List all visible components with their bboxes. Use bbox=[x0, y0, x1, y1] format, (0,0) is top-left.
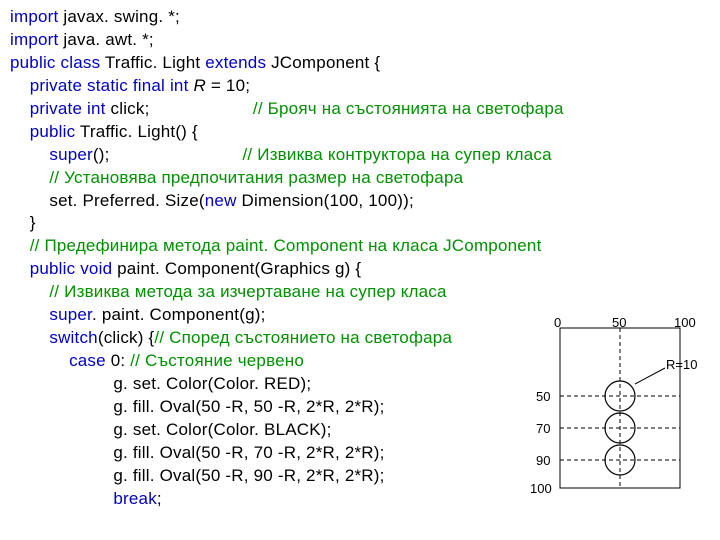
var-r: R bbox=[193, 76, 205, 95]
t: set. Preferred. Size( bbox=[10, 191, 205, 210]
t: (); bbox=[93, 145, 243, 164]
comment: // Брояч на състоянията на светофара bbox=[253, 99, 564, 118]
t: g. fill. Oval(50 -R, 50 -R, 2*R, 2*R); bbox=[10, 397, 385, 416]
comment: // Установява предпочитания размер на св… bbox=[10, 168, 463, 187]
y-label-90: 90 bbox=[536, 452, 550, 470]
y-label-50: 50 bbox=[536, 388, 550, 406]
t: Traffic. Light bbox=[100, 53, 205, 72]
comment: // Извиква метода за изчертаване на супе… bbox=[10, 282, 447, 301]
t: g. set. Color(Color. RED); bbox=[10, 374, 311, 393]
x-label-50: 50 bbox=[612, 314, 626, 332]
kw: extends bbox=[205, 53, 266, 72]
t: g. set. Color(Color. BLACK); bbox=[10, 420, 332, 439]
t: click; bbox=[106, 99, 253, 118]
t: g. fill. Oval(50 -R, 70 -R, 2*R, 2*R); bbox=[10, 443, 385, 462]
kw: case bbox=[10, 351, 106, 370]
kw: break bbox=[10, 489, 157, 508]
t: = 10; bbox=[206, 76, 250, 95]
r-label: R=10 bbox=[666, 356, 697, 374]
comment: // Според състоянието на светофара bbox=[154, 328, 452, 347]
kw: public class bbox=[10, 53, 100, 72]
kw: private static final int bbox=[10, 76, 189, 95]
t: . paint. Component(g); bbox=[92, 305, 266, 324]
coordinate-diagram: 0 50 100 50 70 90 100 R=10 bbox=[530, 318, 710, 528]
t: JComponent { bbox=[266, 53, 380, 72]
t: 0: bbox=[106, 351, 130, 370]
t: java. awt. *; bbox=[58, 30, 153, 49]
t: (click) { bbox=[98, 328, 155, 347]
t: } bbox=[10, 213, 36, 232]
t: ; bbox=[157, 489, 162, 508]
comment: // Състояние червено bbox=[130, 351, 304, 370]
kw: import bbox=[10, 7, 58, 26]
kw: super bbox=[10, 305, 92, 324]
t: paint. Component(Graphics g) { bbox=[112, 259, 361, 278]
t: javax. swing. *; bbox=[58, 7, 180, 26]
kw: public bbox=[10, 122, 75, 141]
t: Dimension(100, 100)); bbox=[241, 191, 413, 210]
kw: private int bbox=[10, 99, 106, 118]
t: g. fill. Oval(50 -R, 90 -R, 2*R, 2*R); bbox=[10, 466, 385, 485]
x-label-100: 100 bbox=[674, 314, 696, 332]
comment: // Предефинира метода paint. Component н… bbox=[10, 236, 542, 255]
comment: // Извиква контруктора на супер класа bbox=[243, 145, 552, 164]
kw: super bbox=[10, 145, 93, 164]
kw: import bbox=[10, 30, 58, 49]
diagram-svg bbox=[530, 318, 710, 528]
kw: switch bbox=[10, 328, 98, 347]
t: Traffic. Light() { bbox=[75, 122, 198, 141]
y-label-100: 100 bbox=[530, 480, 552, 498]
x-label-0: 0 bbox=[554, 314, 561, 332]
kw: new bbox=[205, 191, 242, 210]
kw: public void bbox=[10, 259, 112, 278]
y-label-70: 70 bbox=[536, 420, 550, 438]
